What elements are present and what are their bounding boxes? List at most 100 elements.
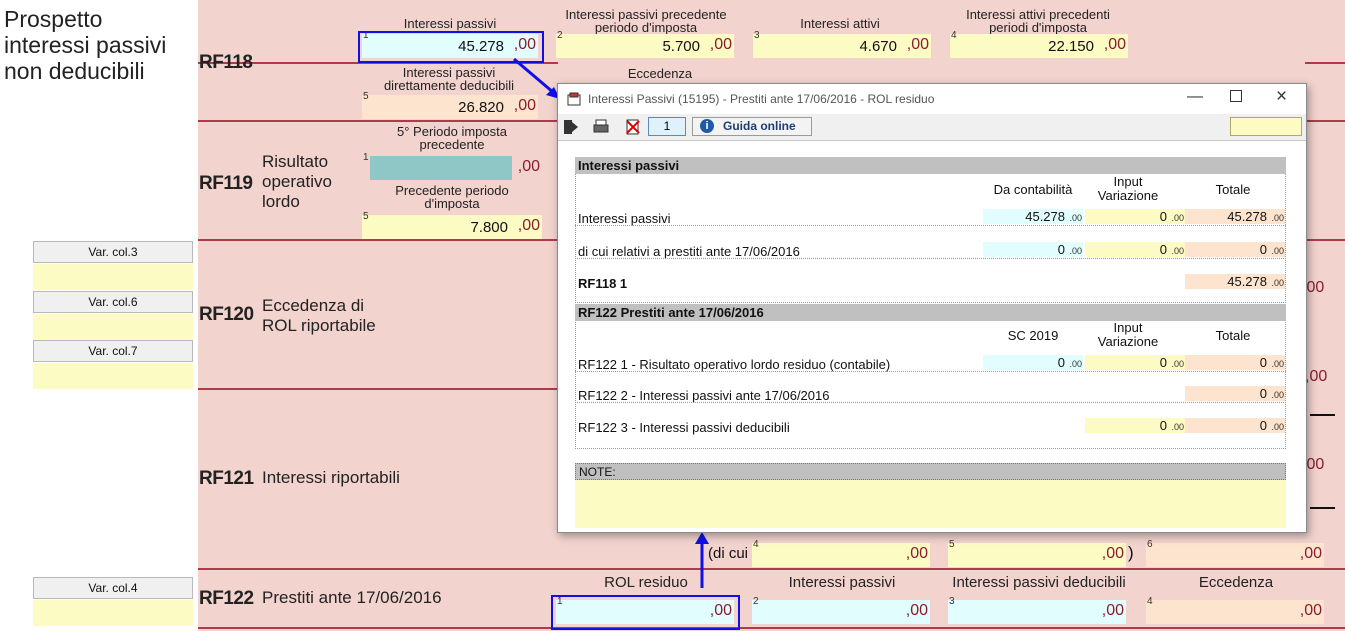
row-label: RF122 3 - Interessi passivi deducibili [578,420,790,435]
row-separator [575,371,1286,372]
column-header: Input Variazione [1097,174,1159,203]
var-col4-field[interactable] [33,600,193,626]
totale-cell: 0.00 [1185,418,1285,433]
var-col6-button[interactable]: Var. col.6 [33,291,193,313]
decimal-suffix: .00 [1271,422,1284,432]
sc2019-cell[interactable]: 0.00 [983,355,1083,370]
rf118-col3-field[interactable]: 3 4.670 ,00 [753,30,931,58]
exit-icon[interactable] [563,119,579,135]
divider [1310,414,1335,416]
rf121-col6-field[interactable]: 6,00 [1146,539,1324,567]
rf118-code: RF118 [199,52,253,73]
section-header: RF122 Prestiti ante 17/06/2016 [575,304,1286,321]
decimal-suffix: .00 [1271,213,1284,223]
highlight-box [551,595,740,630]
field-number: 5 [363,91,369,102]
rf122-col4-field[interactable]: 4,00 [1146,596,1324,624]
divider [198,120,558,122]
rf119-col1-label: 5° Periodo imposta precedente [397,124,507,152]
rf121-col5-field[interactable]: 5,00 [948,539,1126,567]
field-value: 5.700 [662,38,700,55]
input-variazione-cell[interactable]: 0.00 [1085,418,1185,433]
row-separator [575,402,1286,403]
row-label: di cui relativi a prestiti ante 17/06/20… [578,244,800,259]
cell-value: 0 [1159,209,1167,224]
cell-value: 45.278 [1227,274,1267,289]
rf120-description: Eccedenza di ROL riportabile [262,296,376,335]
rf118-col1-label: Interessi passivi [403,16,497,31]
decimal-suffix: .00 [1271,278,1284,288]
column-header: Totale [1215,182,1251,197]
decimal-suffix: .00 [1171,359,1184,369]
cell-value: 0 [1057,242,1065,257]
input-variazione-cell[interactable]: 0.00 [1085,209,1185,224]
delete-icon[interactable] [625,119,641,135]
var-col6-field[interactable] [33,314,193,340]
guida-label: Guida online [723,119,796,133]
decimal-suffix: .00 [1271,359,1284,369]
row-label: RF118 1 [578,276,628,291]
var-col3-button[interactable]: Var. col.3 [33,241,193,263]
row-separator [575,225,1286,226]
divider [198,239,558,241]
input-variazione-cell[interactable]: 0.00 [1085,242,1185,257]
notes-header: NOTE: [575,463,1286,480]
cell-value: 0 [1159,355,1167,370]
section-frame [575,157,1286,303]
decimal-suffix: ,00 [1299,545,1322,562]
decimal-suffix: ,00 [906,36,929,53]
minimize-icon[interactable]: — [1187,88,1203,106]
column-header: SC 2019 [1007,328,1059,343]
close-paren: ) [1128,543,1134,562]
field-number: 4 [951,30,957,41]
var-col3-field[interactable] [33,264,193,290]
page-number[interactable]: 1 [648,117,686,136]
totale-cell: 45.278 .00 [1185,274,1285,289]
rf118-col4-field[interactable]: 4 22.150 ,00 [950,30,1128,58]
rf122-description: Prestiti ante 17/06/2016 [262,588,442,607]
rf119-col1-field[interactable]: 1,00 [362,152,542,180]
da-contabilita-cell[interactable]: 0.00 [983,242,1083,257]
cell-value: 45.278 [1227,209,1267,224]
cell-value: 0 [1159,418,1167,433]
decimal-suffix: ,00 [709,36,732,53]
da-contabilita-cell[interactable]: 45.278 .00 [983,209,1083,224]
totale-cell: 0.00 [1185,355,1285,370]
arrow-icon [695,532,709,588]
divider [198,568,1345,570]
row-label: Interessi passivi [578,211,671,226]
notes-textarea[interactable] [575,480,1286,528]
divider [1305,62,1345,64]
guida-online-button[interactable]: i Guida online [692,117,812,136]
rf121-description: Interessi riportabili [262,468,400,487]
close-icon[interactable]: × [1276,86,1287,108]
input-variazione-cell[interactable]: 0.00 [1085,355,1185,370]
rf122-col3-label: Interessi passivi deducibili [952,574,1126,591]
totale-cell: 0.00 [1185,386,1285,401]
decimal-suffix: ,00 [517,217,540,234]
cell-value: 0 [1259,242,1267,257]
var-col7-field[interactable] [33,363,193,389]
rf122-col2-field[interactable]: 2,00 [752,596,930,624]
rf121-dicui: (di cui [708,545,749,562]
info-icon: i [700,119,714,133]
toolbar-field[interactable] [1230,117,1302,136]
rf122-col4-label: Eccedenza [1198,574,1274,591]
decimal-suffix: .00 [1069,246,1082,256]
field-value: 7.800 [470,219,508,236]
rf119-col5-field[interactable]: 5 7.800 ,00 [362,211,542,239]
decimal-suffix: ,00 [905,545,928,562]
var-col7-button[interactable]: Var. col.7 [33,340,193,362]
field-number: 6 [1147,539,1153,550]
maximize-icon[interactable] [1230,90,1242,102]
rf118-col2-field[interactable]: 2 5.700 ,00 [556,30,734,58]
field-number: 3 [949,596,955,607]
rf121-code: RF121 [199,468,254,489]
print-icon[interactable] [593,119,609,135]
field-number: 1 [363,152,369,163]
column-header: Da contabilità [993,182,1073,197]
rf121-col4-field[interactable]: 4,00 [752,539,930,567]
rf122-col3-field[interactable]: 3,00 [948,596,1126,624]
decimal-suffix: .00 [1271,390,1284,400]
var-col4-button[interactable]: Var. col.4 [33,577,193,599]
